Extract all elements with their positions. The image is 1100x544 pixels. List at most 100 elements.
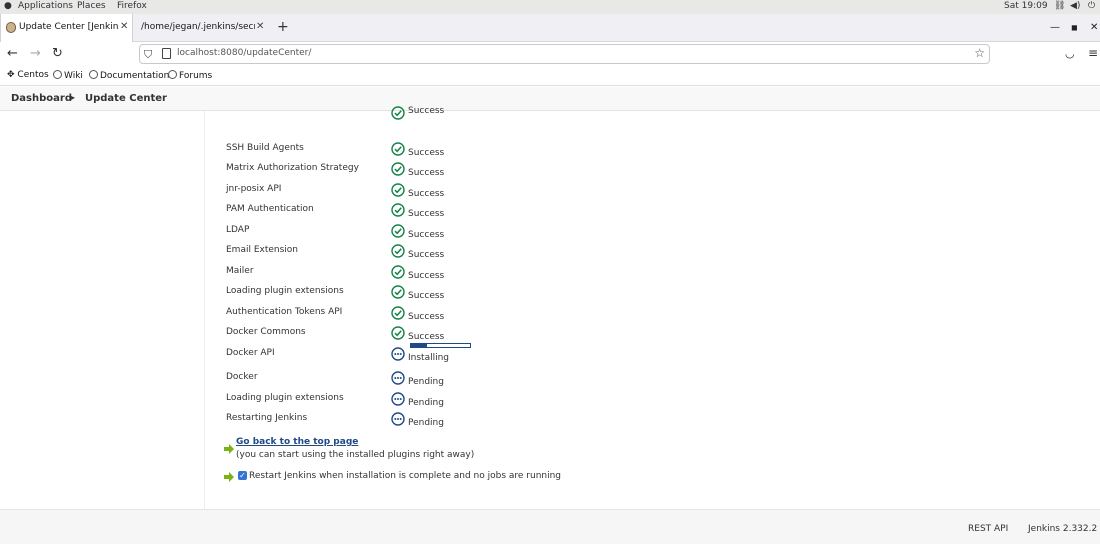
success-check-icon xyxy=(391,305,405,320)
pending-icon xyxy=(391,371,405,385)
install-status: Success xyxy=(408,188,445,199)
install-status: Success xyxy=(408,332,445,342)
restart-checkbox[interactable]: ✓ xyxy=(238,471,247,480)
success-check-icon xyxy=(391,106,405,120)
plugin-name: Restarting Jenkins xyxy=(226,413,308,423)
tab-label: Update Center [Jenkins] xyxy=(19,22,119,32)
plugin-name: Loading plugin extensions xyxy=(226,286,344,296)
install-status: Success xyxy=(408,106,445,116)
install-status: Success xyxy=(408,270,445,281)
shield-icon[interactable]: ⛉ xyxy=(144,48,152,62)
power-icon[interactable]: ⏻ xyxy=(1088,1,1095,11)
plugin-name: SSH Build Agents xyxy=(226,142,304,153)
browser-tab-bar: Update Center [Jenkins] ✕ /home/jegan/.j… xyxy=(0,14,1100,42)
bookmark-forums[interactable]: Forums xyxy=(168,70,212,81)
plugin-name: Docker API xyxy=(226,347,275,358)
bookmark-label: Documentation xyxy=(100,71,170,81)
install-progress-bar xyxy=(410,343,471,348)
install-status: Success xyxy=(408,250,445,260)
arrow-right-icon xyxy=(224,472,234,482)
pending-icon xyxy=(391,391,405,406)
bookmarks-toolbar: ✥ Centos Wiki Documentation Forums xyxy=(0,66,1100,86)
jenkins-version-link[interactable]: Jenkins 2.332.2 xyxy=(1028,524,1097,534)
back-icon[interactable]: ← xyxy=(7,46,18,61)
success-check-icon xyxy=(391,244,405,258)
success-check-icon xyxy=(391,285,405,299)
breadcrumb-update-center[interactable]: Update Center xyxy=(85,93,167,104)
bookmark-centos[interactable]: ✥ Centos xyxy=(7,70,49,80)
close-window-icon[interactable]: ✕ xyxy=(1090,22,1098,33)
install-status: Pending xyxy=(408,418,444,428)
rest-api-link[interactable]: REST API xyxy=(968,524,1008,534)
pocket-icon[interactable]: ◡ xyxy=(1065,47,1075,60)
breadcrumb-dashboard[interactable]: Dashboard xyxy=(11,93,72,104)
network-icon[interactable]: ⛓ xyxy=(1054,1,1065,11)
volume-icon[interactable]: ◀) xyxy=(1070,1,1080,11)
installing-icon xyxy=(391,346,405,361)
install-status: Pending xyxy=(408,377,444,387)
bookmark-label: Forums xyxy=(179,71,213,81)
success-check-icon xyxy=(391,264,405,279)
close-tab-icon[interactable]: ✕ xyxy=(120,21,128,32)
forward-icon[interactable]: → xyxy=(30,46,41,61)
bookmark-wiki[interactable]: Wiki xyxy=(53,70,83,81)
install-status: Success xyxy=(408,209,445,219)
plugin-name: jnr-posix API xyxy=(226,183,282,194)
install-status: Success xyxy=(408,291,445,301)
plugin-name: Matrix Authorization Strategy xyxy=(226,163,359,173)
tab-update-center[interactable]: Update Center [Jenkins] ✕ xyxy=(0,14,133,42)
url-text[interactable]: localhost:8080/updateCenter/ xyxy=(177,48,311,58)
success-check-icon xyxy=(391,141,405,156)
go-back-top-link[interactable]: Go back to the top page xyxy=(236,437,358,447)
page-info-icon[interactable] xyxy=(162,48,171,59)
install-status: Success xyxy=(408,168,445,178)
bookmark-star-icon[interactable]: ☆ xyxy=(974,46,985,60)
globe-icon xyxy=(89,70,98,79)
plugin-name: Mailer xyxy=(226,265,254,276)
success-check-icon xyxy=(391,223,405,238)
success-check-icon xyxy=(391,203,405,217)
reload-icon[interactable]: ↻ xyxy=(52,46,63,61)
close-tab-icon[interactable]: ✕ xyxy=(256,21,264,32)
plugin-name: Authentication Tokens API xyxy=(226,306,343,317)
applications-menu[interactable]: Applications xyxy=(18,1,73,11)
arrow-right-icon xyxy=(224,444,234,454)
places-menu[interactable]: Places xyxy=(77,1,106,11)
pending-icon xyxy=(391,412,405,426)
plugin-name: Docker xyxy=(226,372,258,382)
install-status: Success xyxy=(408,229,445,240)
success-check-icon xyxy=(391,326,405,340)
menu-icon[interactable]: ≡ xyxy=(1088,46,1098,60)
centos-icon: ✥ xyxy=(7,70,15,80)
success-check-icon xyxy=(391,162,405,176)
system-top-bar: ● Applications Places Firefox Sat 19:09 … xyxy=(0,0,1100,14)
breadcrumb-chevron-icon[interactable]: ▸ xyxy=(71,93,75,102)
globe-icon xyxy=(53,70,62,79)
bookmark-documentation[interactable]: Documentation xyxy=(89,70,169,81)
new-tab-icon[interactable]: + xyxy=(277,19,289,35)
minimize-window-icon[interactable]: — xyxy=(1050,22,1060,33)
tab-label: /home/jegan/.jenkins/secrets/ xyxy=(141,22,255,32)
install-progress-fill xyxy=(411,344,427,347)
url-bar[interactable]: ⛉ localhost:8080/updateCenter/ ☆ xyxy=(139,44,990,64)
plugin-name: Docker Commons xyxy=(226,327,306,337)
plugin-name: Loading plugin extensions xyxy=(226,392,344,403)
install-status: Pending xyxy=(408,397,444,408)
maximize-window-icon[interactable]: ◼ xyxy=(1071,23,1078,32)
install-status: Success xyxy=(408,311,445,322)
plugin-name: PAM Authentication xyxy=(226,204,314,214)
side-panel xyxy=(0,111,205,509)
system-clock[interactable]: Sat 19:09 xyxy=(1004,1,1048,11)
install-status: Success xyxy=(408,147,445,158)
applications-icon: ● xyxy=(4,1,12,11)
restart-checkbox-label[interactable]: Restart Jenkins when installation is com… xyxy=(249,471,561,481)
breadcrumb: Dashboard ▸ Update Center xyxy=(0,87,1100,111)
success-check-icon xyxy=(391,182,405,197)
top-link-hint: (you can start using the installed plugi… xyxy=(236,450,475,460)
bookmark-label: Wiki xyxy=(64,71,83,81)
firefox-menu[interactable]: Firefox xyxy=(117,1,147,11)
install-status: Installing xyxy=(408,352,450,363)
tab-secrets-file[interactable]: /home/jegan/.jenkins/secrets/ ✕ xyxy=(134,14,269,42)
globe-icon xyxy=(168,70,177,79)
jenkins-favicon-icon xyxy=(6,22,16,33)
